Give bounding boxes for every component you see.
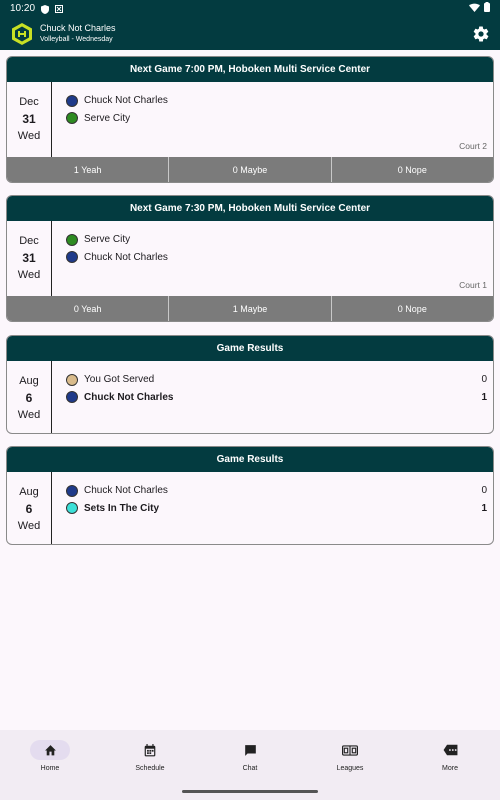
battery-icon (484, 2, 490, 15)
gesture-bar (182, 790, 318, 793)
team-row: Chuck Not Charles (66, 249, 493, 267)
calendar-icon (130, 740, 170, 760)
team-row: Serve City (66, 110, 493, 128)
teams-list: Serve City Chuck Not Charles Court 1 (52, 221, 493, 296)
next-game-card[interactable]: Next Game 7:00 PM, Hoboken Multi Service… (6, 56, 494, 183)
wifi-icon (469, 3, 480, 15)
court-label: Court 1 (459, 280, 487, 290)
team-row: Chuck Not Charles 0 (66, 482, 493, 500)
team-name: You Got Served (84, 374, 155, 386)
team-row: Serve City (66, 231, 493, 249)
team-row-winner: Chuck Not Charles 1 (66, 389, 493, 407)
team-color-dot (66, 233, 78, 246)
settings-gear-icon[interactable] (472, 25, 490, 43)
rsvp-bar: 1 Yeah 0 Maybe 0 Nope (7, 157, 493, 182)
chat-icon (230, 740, 270, 760)
app-logo-icon (10, 22, 34, 46)
game-results-card[interactable]: Game Results Aug 6 Wed You Got Served 0 … (6, 335, 494, 434)
team-name: Sets In The City (84, 502, 160, 514)
date-day: 31 (22, 112, 36, 126)
bottom-navigation: Home Schedule Chat Leagues More (0, 730, 500, 800)
team-color-dot (66, 391, 78, 404)
card-header: Game Results (7, 447, 493, 472)
more-icon (430, 740, 470, 760)
teams-list: Chuck Not Charles Serve City Court 2 (52, 82, 493, 157)
card-header: Next Game 7:30 PM, Hoboken Multi Service… (7, 196, 493, 221)
team-name: Serve City (84, 234, 131, 246)
team-score: 1 (481, 502, 487, 514)
nav-label: Chat (242, 765, 258, 772)
nav-more[interactable]: More (400, 730, 500, 800)
rsvp-maybe-button[interactable]: 0 Maybe (169, 157, 332, 182)
team-score: 1 (481, 391, 487, 403)
team-color-dot (66, 251, 78, 264)
date-weekday: Wed (17, 520, 41, 532)
date-day: 6 (25, 391, 33, 405)
app-titles: Chuck Not Charles Volleyball - Wednesday (40, 22, 116, 46)
team-name: Chuck Not Charles (84, 485, 168, 497)
scoreboard-icon (330, 740, 370, 760)
game-date: Aug 6 Wed (7, 361, 52, 433)
team-color-dot (66, 484, 78, 497)
court-label: Court 2 (459, 141, 487, 151)
card-header: Game Results (7, 336, 493, 361)
teams-list: You Got Served 0 Chuck Not Charles 1 (52, 361, 493, 433)
team-color-dot (66, 112, 78, 125)
team-row: You Got Served 0 (66, 371, 493, 389)
status-bar: 10:20 (0, 0, 500, 17)
date-weekday: Wed (17, 130, 41, 142)
teams-list: Chuck Not Charles 0 Sets In The City 1 (52, 472, 493, 544)
game-date: Dec 31 Wed (7, 221, 52, 296)
game-results-card[interactable]: Game Results Aug 6 Wed Chuck Not Charles… (6, 446, 494, 545)
team-name: Chuck Not Charles (84, 251, 168, 263)
app-bar: Chuck Not Charles Volleyball - Wednesday (0, 17, 500, 50)
team-color-dot (66, 94, 78, 107)
nav-label: Home (40, 765, 60, 772)
rsvp-yeah-button[interactable]: 1 Yeah (7, 157, 170, 182)
nav-label: Schedule (135, 765, 165, 772)
date-month: Dec (19, 96, 39, 108)
nav-home[interactable]: Home (0, 730, 100, 800)
home-icon (30, 740, 70, 760)
date-month: Dec (19, 235, 39, 247)
rsvp-nope-button[interactable]: 0 Nope (332, 296, 493, 321)
date-day: 31 (22, 251, 36, 265)
date-month: Aug (19, 486, 39, 498)
date-weekday: Wed (17, 409, 41, 421)
nav-label: Leagues (336, 765, 364, 772)
notification-icon (55, 4, 64, 13)
date-month: Aug (19, 375, 39, 387)
team-color-dot (66, 373, 78, 386)
team-row-winner: Sets In The City 1 (66, 500, 493, 518)
team-title: Chuck Not Charles (40, 22, 116, 33)
rsvp-nope-button[interactable]: 0 Nope (332, 157, 493, 182)
nav-label: More (442, 765, 458, 772)
date-weekday: Wed (17, 269, 41, 281)
rsvp-yeah-button[interactable]: 0 Yeah (7, 296, 170, 321)
next-game-card[interactable]: Next Game 7:30 PM, Hoboken Multi Service… (6, 195, 494, 322)
team-color-dot (66, 502, 78, 515)
league-subtitle: Volleyball - Wednesday (40, 35, 113, 43)
team-name: Chuck Not Charles (84, 391, 174, 403)
date-day: 6 (25, 502, 33, 516)
game-date: Dec 31 Wed (7, 82, 52, 157)
shield-icon (41, 4, 50, 14)
rsvp-maybe-button[interactable]: 1 Maybe (169, 296, 332, 321)
team-name: Serve City (84, 112, 131, 124)
team-score: 0 (481, 374, 487, 386)
team-name: Chuck Not Charles (84, 95, 168, 107)
game-date: Aug 6 Wed (7, 472, 52, 544)
rsvp-bar: 0 Yeah 1 Maybe 0 Nope (7, 296, 493, 321)
status-time: 10:20 (10, 3, 36, 14)
card-header: Next Game 7:00 PM, Hoboken Multi Service… (7, 57, 493, 82)
team-score: 0 (481, 485, 487, 497)
team-row: Chuck Not Charles (66, 92, 493, 110)
